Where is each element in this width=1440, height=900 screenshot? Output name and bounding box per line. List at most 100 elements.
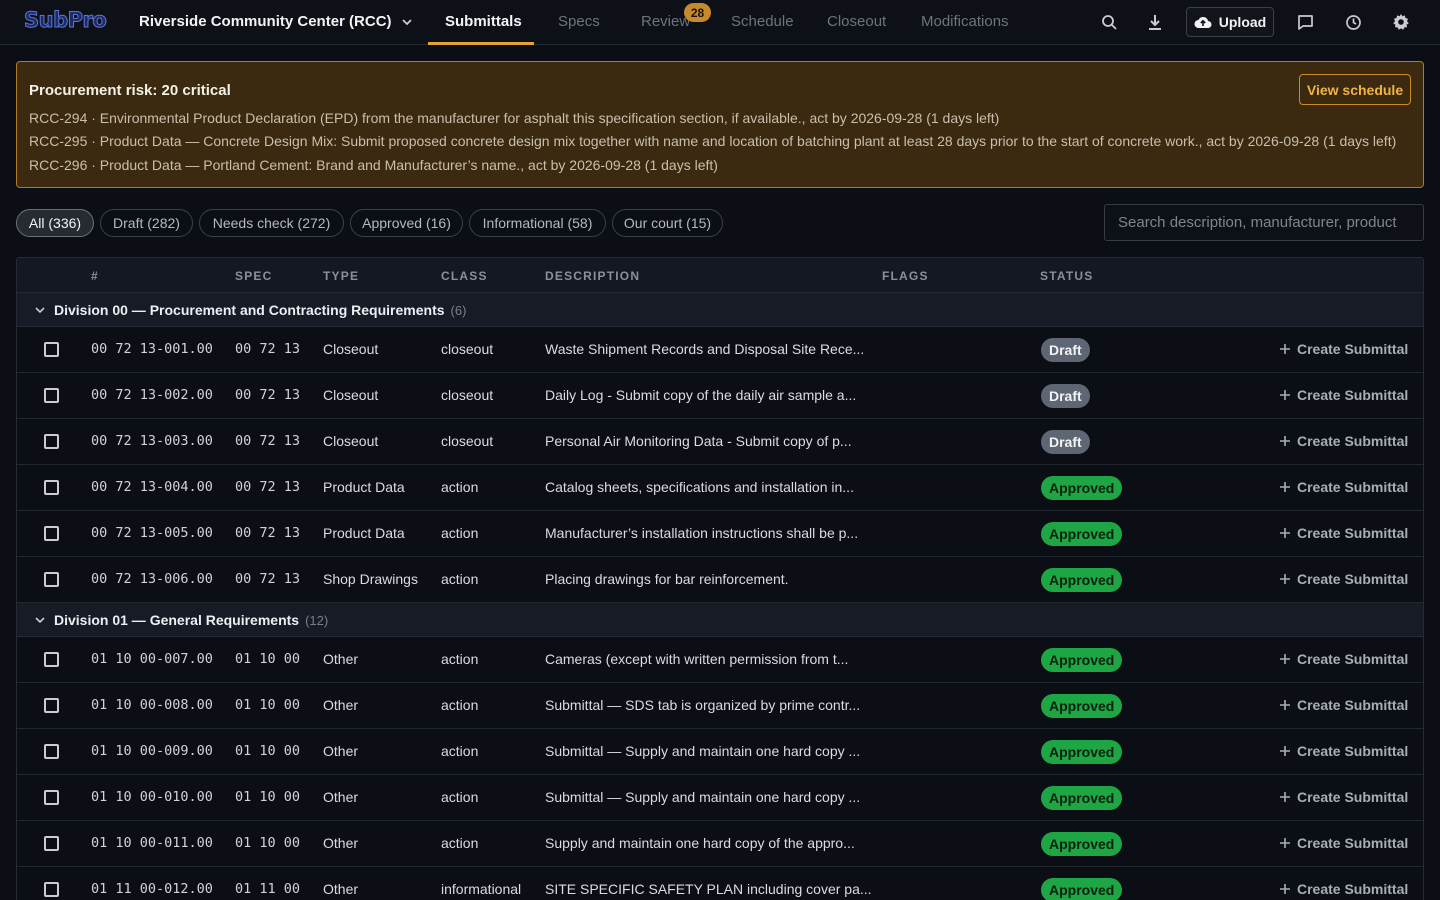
column-header-flags[interactable]: FLAGS: [882, 269, 929, 283]
project-selector[interactable]: Riverside Community Center (RCC): [139, 13, 414, 30]
row-checkbox[interactable]: [44, 790, 59, 805]
submittal-description: Placing drawings for bar reinforcement.: [545, 571, 789, 587]
tab-review[interactable]: Review: [641, 13, 690, 30]
history-icon[interactable]: [1342, 11, 1364, 33]
table-row[interactable]: 01 10 00-010.00 01 10 00 Other action Submit…: [17, 775, 1423, 821]
row-checkbox[interactable]: [44, 434, 59, 449]
active-tab-indicator: [428, 42, 534, 45]
row-checkbox[interactable]: [44, 526, 59, 541]
submittal-number: 01 10 00-009.00: [91, 743, 213, 759]
submittal-number: 01 10 00-010.00: [91, 789, 213, 805]
row-checkbox[interactable]: [44, 572, 59, 587]
table-row[interactable]: 00 72 13-006.00 00 72 13 Shop Drawings acti…: [17, 557, 1423, 603]
alert-line-3: RCC-296 · Product Data — Portland Cement…: [29, 157, 718, 173]
gear-icon[interactable]: [1390, 11, 1412, 33]
spec-section: 01 10 00: [235, 789, 301, 805]
search-input[interactable]: [1104, 204, 1424, 241]
filter-chip-informational[interactable]: Informational (58): [469, 209, 606, 237]
create-submittal-button[interactable]: Create Submittal: [1279, 571, 1408, 587]
submittal-type: Other: [323, 789, 359, 805]
row-checkbox[interactable]: [44, 388, 59, 403]
filter-chip-needs-check[interactable]: Needs check (272): [199, 209, 344, 237]
status-badge: Approved: [1041, 740, 1123, 764]
table-row[interactable]: 00 72 13-005.00 00 72 13 Product Data actio…: [17, 511, 1423, 557]
submittal-number: 01 10 00-008.00: [91, 697, 213, 713]
filter-chip-draft[interactable]: Draft (282): [100, 209, 193, 237]
tab-schedule[interactable]: Schedule: [731, 13, 794, 30]
create-submittal-button[interactable]: Create Submittal: [1279, 743, 1408, 759]
tab-closeout[interactable]: Closeout: [827, 13, 886, 30]
division-group-header[interactable]: Division 00 — Procurement and Contractin…: [17, 293, 1423, 327]
spec-section: 00 72 13: [235, 433, 301, 449]
create-submittal-button[interactable]: Create Submittal: [1279, 525, 1408, 541]
spec-section: 00 72 13: [235, 479, 301, 495]
create-submittal-button[interactable]: Create Submittal: [1279, 789, 1408, 805]
create-submittal-button[interactable]: Create Submittal: [1279, 479, 1408, 495]
submittal-type: Product Data: [323, 525, 405, 541]
upload-button[interactable]: Upload: [1186, 7, 1274, 37]
division-name: Division 00 — Procurement and Contractin…: [54, 302, 466, 318]
table-row[interactable]: 01 10 00-008.00 01 10 00 Other action Submit…: [17, 683, 1423, 729]
search-icon[interactable]: [1098, 11, 1120, 33]
row-checkbox[interactable]: [44, 652, 59, 667]
tab-submittals[interactable]: Submittals: [445, 13, 522, 30]
plus-icon: [1280, 884, 1290, 894]
create-submittal-button[interactable]: Create Submittal: [1279, 651, 1408, 667]
table-row[interactable]: 00 72 13-004.00 00 72 13 Product Data actio…: [17, 465, 1423, 511]
create-submittal-button[interactable]: Create Submittal: [1279, 387, 1408, 403]
column-header-status[interactable]: STATUS: [1040, 269, 1093, 283]
table-row[interactable]: 01 10 00-011.00 01 10 00 Other action Supply…: [17, 821, 1423, 867]
submittal-description: Submittal — SDS tab is organized by prim…: [545, 697, 861, 713]
table-row[interactable]: 00 72 13-003.00 00 72 13 Closeout closeout P…: [17, 419, 1423, 465]
plus-icon: [1280, 700, 1290, 710]
column-header-number[interactable]: #: [91, 269, 99, 283]
table-row[interactable]: 01 10 00-009.00 01 10 00 Other action Submit…: [17, 729, 1423, 775]
filter-chip-approved[interactable]: Approved (16): [350, 209, 463, 237]
spec-section: 01 10 00: [235, 743, 301, 759]
table-row[interactable]: 00 72 13-001.00 00 72 13 Closeout closeout W…: [17, 327, 1423, 373]
table-row[interactable]: 01 11 00-012.00 01 11 00 Other informationa…: [17, 867, 1423, 900]
submittal-type: Product Data: [323, 479, 405, 495]
download-icon[interactable]: [1144, 11, 1166, 33]
table-row[interactable]: 01 10 00-007.00 01 10 00 Other action Camera…: [17, 637, 1423, 683]
row-checkbox[interactable]: [44, 480, 59, 495]
plus-icon: [1280, 344, 1290, 354]
row-checkbox[interactable]: [44, 836, 59, 851]
row-checkbox[interactable]: [44, 744, 59, 759]
plus-icon: [1280, 528, 1290, 538]
filter-chip-all[interactable]: All (336): [16, 209, 94, 237]
chevron-down-icon: [401, 18, 412, 25]
row-checkbox[interactable]: [44, 698, 59, 713]
status-badge: Draft: [1041, 338, 1090, 362]
row-checkbox[interactable]: [44, 882, 59, 897]
submittal-type: Other: [323, 835, 359, 851]
create-submittal-button[interactable]: Create Submittal: [1279, 697, 1408, 713]
comment-icon[interactable]: [1294, 11, 1316, 33]
tab-specs[interactable]: Specs: [558, 13, 600, 30]
submittal-description: Submittal — Supply and maintain one hard…: [545, 743, 861, 759]
column-header-spec[interactable]: SPEC: [235, 269, 272, 283]
create-submittal-button[interactable]: Create Submittal: [1279, 341, 1408, 357]
submittal-number: 01 10 00-007.00: [91, 651, 213, 667]
submittal-class: action: [441, 525, 479, 541]
status-badge: Approved: [1041, 522, 1123, 546]
chevron-down-icon[interactable]: [34, 304, 46, 316]
plus-icon: [1280, 390, 1290, 400]
create-submittal-button[interactable]: Create Submittal: [1279, 881, 1408, 897]
table-row[interactable]: 00 72 13-002.00 00 72 13 Closeout closeout D…: [17, 373, 1423, 419]
column-header-type[interactable]: TYPE: [323, 269, 359, 283]
app-logo[interactable]: SubPro: [23, 8, 107, 33]
spec-section: 01 11 00: [235, 881, 301, 897]
chevron-down-icon[interactable]: [34, 614, 46, 626]
status-badge: Approved: [1041, 694, 1123, 718]
tab-modifications[interactable]: Modifications: [921, 13, 1009, 30]
division-group-header[interactable]: Division 01 — General Requirements (12): [17, 603, 1423, 637]
row-checkbox[interactable]: [44, 342, 59, 357]
column-header-description[interactable]: DESCRIPTION: [545, 269, 640, 283]
column-header-class[interactable]: CLASS: [441, 269, 488, 283]
filter-chip-our-court[interactable]: Our court (15): [612, 209, 723, 237]
submittal-number: 01 11 00-012.00: [91, 881, 213, 897]
create-submittal-button[interactable]: Create Submittal: [1279, 433, 1408, 449]
view-schedule-button[interactable]: View schedule: [1299, 74, 1411, 105]
create-submittal-button[interactable]: Create Submittal: [1279, 835, 1408, 851]
